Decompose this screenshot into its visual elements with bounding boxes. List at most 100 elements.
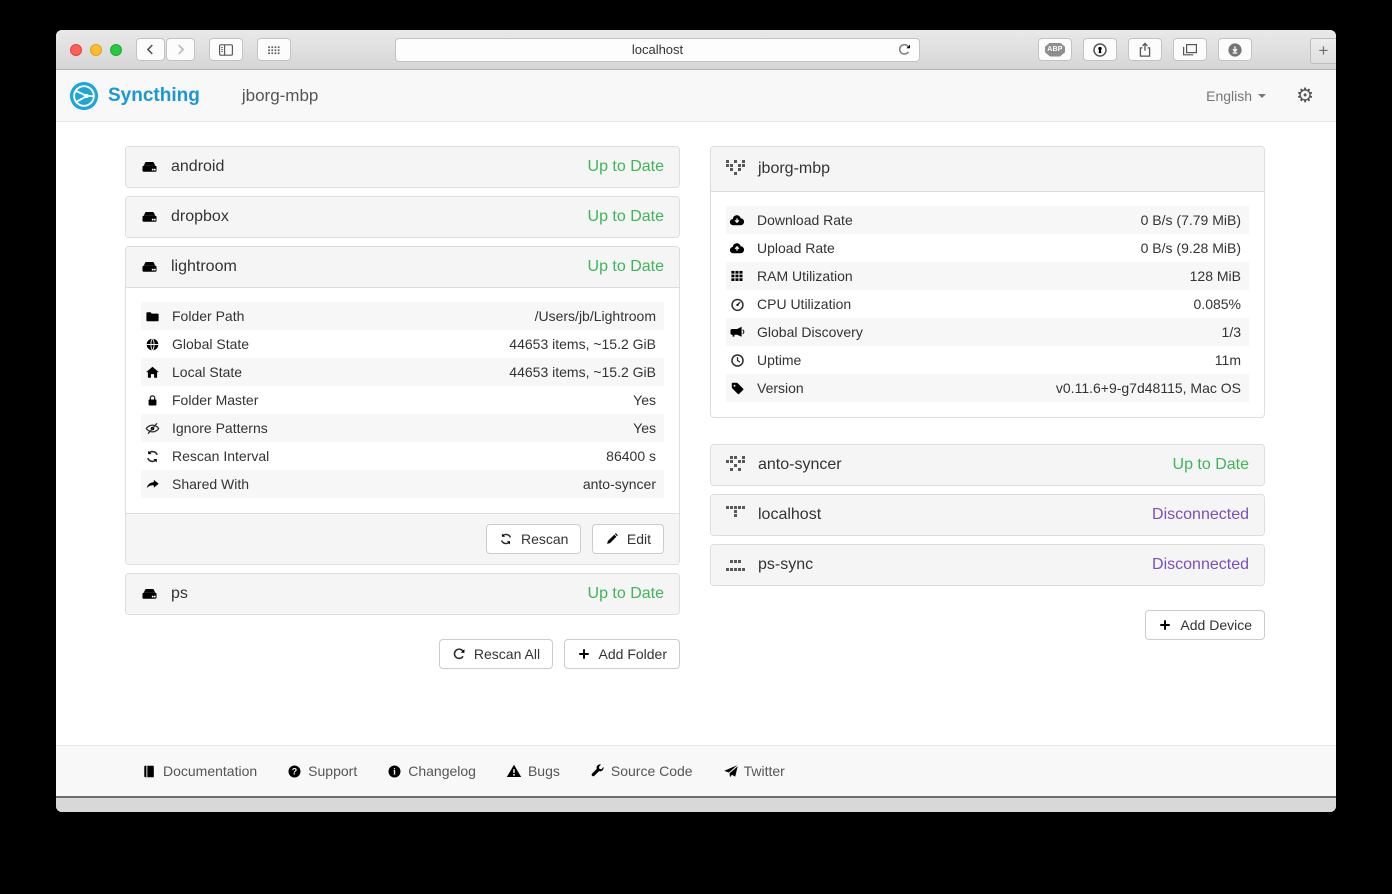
footer-link-label: Support bbox=[308, 763, 358, 779]
tag-icon bbox=[729, 381, 745, 396]
folder-status: Up to Date bbox=[587, 208, 664, 225]
device-identicon bbox=[726, 556, 745, 575]
detail-row-ram: RAM Utilization 128 MiB bbox=[726, 262, 1249, 290]
close-window-button[interactable] bbox=[70, 43, 82, 56]
folder-header-dropbox[interactable]: dropbox Up to Date bbox=[126, 197, 679, 237]
detail-label: CPU Utilization bbox=[757, 296, 852, 312]
share-icon bbox=[144, 477, 160, 492]
eye-slash-icon bbox=[144, 421, 160, 436]
tab-overview-button[interactable] bbox=[1173, 38, 1207, 61]
add-folder-label: Add Folder bbox=[598, 646, 667, 662]
new-tab-button[interactable]: + bbox=[1310, 38, 1336, 64]
cloud-upload-icon bbox=[729, 240, 745, 256]
footer-link-support[interactable]: Support bbox=[287, 763, 357, 779]
rescan-all-button[interactable]: Rescan All bbox=[438, 639, 554, 669]
plus-icon bbox=[1158, 618, 1172, 632]
detail-label: Ignore Patterns bbox=[172, 420, 268, 436]
detail-label: Uptime bbox=[757, 352, 802, 368]
footer-link-label: Changelog bbox=[408, 763, 476, 779]
sidebar-button[interactable] bbox=[209, 38, 243, 61]
detail-row-rescan-interval: Rescan Interval 86400 s bbox=[141, 442, 664, 470]
device-header-jborg-mbp[interactable]: jborg-mbp bbox=[711, 147, 1264, 191]
back-button[interactable] bbox=[136, 38, 165, 61]
adblock-icon: ABP bbox=[1045, 42, 1065, 57]
footer-link-documentation[interactable]: Documentation bbox=[142, 763, 257, 779]
browser-window: localhost ABP + Syncthing jborg-mbp Engl… bbox=[56, 30, 1336, 812]
folder-header-ps[interactable]: ps Up to Date bbox=[126, 574, 679, 614]
device-header-localhost[interactable]: localhost Disconnected bbox=[711, 495, 1264, 535]
window-bottom-bar bbox=[56, 796, 1336, 812]
folder-details: Folder Path /Users/jb/Lightroom Global S… bbox=[126, 287, 679, 513]
chevron-down-icon bbox=[1258, 93, 1267, 98]
hdd-icon bbox=[141, 259, 158, 276]
adblock-button[interactable]: ABP bbox=[1038, 38, 1072, 61]
pencil-icon bbox=[605, 532, 619, 546]
device-header-ps-sync[interactable]: ps-sync Disconnected bbox=[711, 545, 1264, 585]
detail-value: 1/3 bbox=[1221, 324, 1241, 340]
browser-toolbar: localhost ABP + bbox=[56, 30, 1336, 70]
warning-icon bbox=[506, 763, 522, 779]
device-name: ps-sync bbox=[758, 556, 814, 573]
detail-row-folder-path: Folder Path /Users/jb/Lightroom bbox=[141, 302, 664, 330]
downloads-button[interactable] bbox=[1218, 38, 1252, 61]
address-bar[interactable]: localhost bbox=[395, 37, 920, 62]
detail-label: Version bbox=[757, 380, 804, 396]
folder-header-android[interactable]: android Up to Date bbox=[126, 147, 679, 187]
reload-icon[interactable] bbox=[896, 42, 912, 58]
device-status: Up to Date bbox=[1172, 456, 1249, 473]
page-title: jborg-mbp bbox=[241, 85, 319, 105]
detail-label: RAM Utilization bbox=[757, 268, 853, 284]
detail-value: Yes bbox=[633, 420, 656, 436]
detail-row-version: Version v0.11.6+9-g7d48115, Mac OS bbox=[726, 374, 1249, 402]
top-sites-button[interactable] bbox=[257, 38, 291, 61]
footer-link-changelog[interactable]: Changelog bbox=[387, 763, 476, 779]
device-status: Disconnected bbox=[1152, 556, 1249, 573]
detail-label: Folder Path bbox=[172, 308, 245, 324]
app-footer: Documentation Support Changelog Bugs Sou… bbox=[56, 745, 1336, 796]
question-circle-icon bbox=[287, 764, 302, 779]
onepassword-button[interactable] bbox=[1083, 38, 1117, 61]
detail-row-ignore-patterns: Ignore Patterns Yes bbox=[141, 414, 664, 442]
folder-header-lightroom[interactable]: lightroom Up to Date bbox=[126, 247, 679, 287]
folder-status: Up to Date bbox=[587, 158, 664, 175]
detail-row-folder-master: Folder Master Yes bbox=[141, 386, 664, 414]
detail-value: 11m bbox=[1214, 352, 1241, 368]
folder-panel-android: android Up to Date bbox=[125, 146, 680, 188]
footer-link-twitter[interactable]: Twitter bbox=[723, 763, 785, 779]
folder-actions-footer: Rescan Edit bbox=[126, 513, 679, 564]
forward-button[interactable] bbox=[166, 38, 195, 61]
folder-global-actions: Rescan All Add Folder bbox=[125, 639, 680, 669]
folder-name: android bbox=[171, 158, 225, 175]
detail-row-upload-rate: Upload Rate 0 B/s (9.28 MiB) bbox=[726, 234, 1249, 262]
send-icon bbox=[723, 764, 738, 779]
share-button[interactable] bbox=[1128, 38, 1162, 61]
edit-button[interactable]: Edit bbox=[591, 524, 664, 554]
minimize-window-button[interactable] bbox=[90, 43, 102, 56]
detail-value: 128 MiB bbox=[1189, 268, 1241, 284]
detail-value: /Users/jb/Lightroom bbox=[534, 308, 656, 324]
footer-link-bugs[interactable]: Bugs bbox=[506, 763, 560, 779]
device-header-anto-syncer[interactable]: anto-syncer Up to Date bbox=[711, 445, 1264, 485]
lock-icon bbox=[144, 393, 160, 408]
add-device-label: Add Device bbox=[1180, 617, 1252, 633]
footer-link-source-code[interactable]: Source Code bbox=[590, 763, 693, 779]
settings-gear-button[interactable]: ⚙ bbox=[1296, 86, 1314, 106]
add-folder-button[interactable]: Add Folder bbox=[563, 639, 680, 669]
detail-row-cpu: CPU Utilization 0.085% bbox=[726, 290, 1249, 318]
detail-label: Shared With bbox=[172, 476, 250, 492]
folder-icon bbox=[144, 309, 160, 324]
zoom-window-button[interactable] bbox=[110, 43, 122, 56]
wrench-icon bbox=[590, 764, 605, 779]
detail-value: 0.085% bbox=[1193, 296, 1241, 312]
detail-row-global-discovery: Global Discovery 1/3 bbox=[726, 318, 1249, 346]
language-dropdown[interactable]: English bbox=[1206, 88, 1267, 104]
detail-value: 0 B/s (7.79 MiB) bbox=[1140, 212, 1241, 228]
footer-link-label: Documentation bbox=[163, 763, 258, 779]
detail-value: v0.11.6+9-g7d48115, Mac OS bbox=[1055, 380, 1241, 396]
info-circle-icon bbox=[387, 764, 402, 779]
folder-status: Up to Date bbox=[587, 258, 664, 275]
rescan-button[interactable]: Rescan bbox=[485, 524, 582, 554]
add-device-button[interactable]: Add Device bbox=[1145, 610, 1265, 640]
device-details: Download Rate 0 B/s (7.79 MiB) Upload Ra… bbox=[711, 191, 1264, 417]
detail-row-shared-with: Shared With anto-syncer bbox=[141, 470, 664, 498]
